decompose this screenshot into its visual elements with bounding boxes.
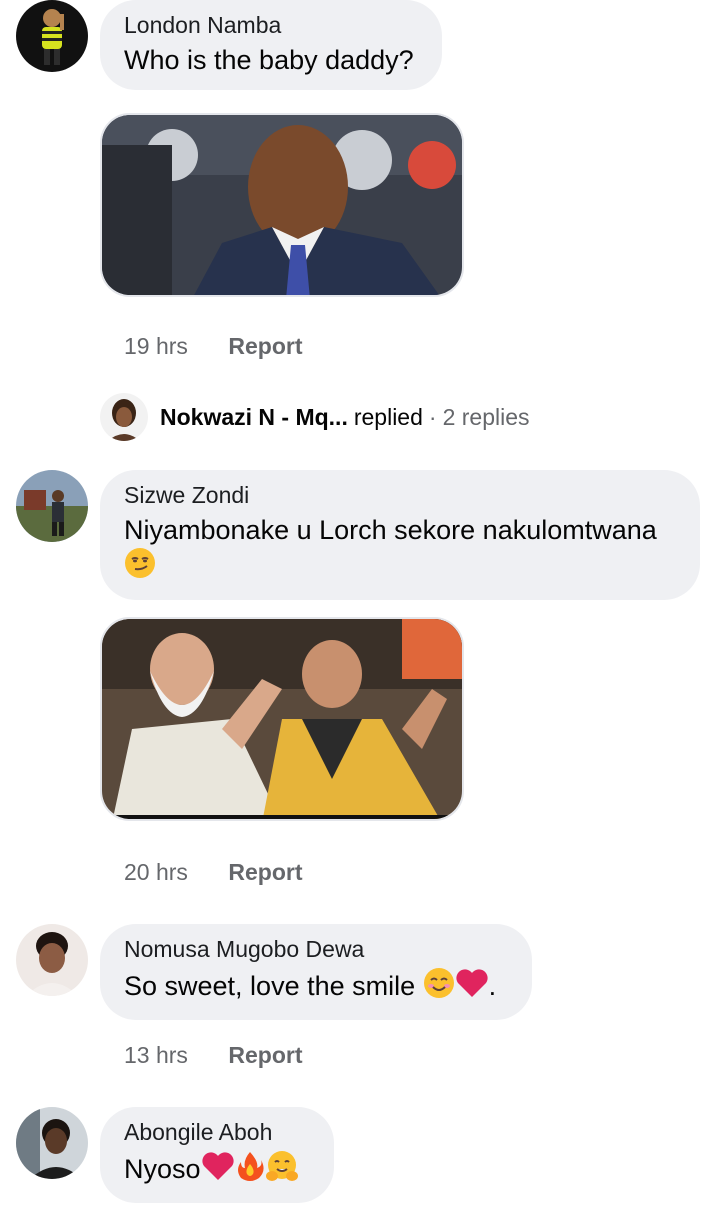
comment-bubble[interactable]: Sizwe Zondi Niyambonake u Lorch sekore n… — [100, 470, 700, 600]
comment-text: Who is the baby daddy? — [124, 45, 414, 75]
comment-author[interactable]: London Namba — [124, 11, 418, 39]
hugging-face-emoji — [265, 1150, 299, 1190]
comment-time[interactable]: 20 hrs — [124, 858, 222, 886]
smiling-face-emoji — [423, 967, 455, 1007]
red-heart-emoji — [455, 967, 489, 1007]
comment-text-body: Niyambonake u Lorch sekore nakulomtwana — [124, 515, 657, 545]
comment-author[interactable]: Nomusa Mugobo Dewa — [124, 935, 508, 963]
reply-separator: · — [428, 403, 437, 430]
comment-text: So sweet, love the smile . — [124, 967, 508, 1007]
view-replies-row[interactable]: Nokwazi N - Mq... replied · 2 replies — [100, 392, 530, 442]
comment-meta: 13 hrs Report — [124, 1041, 303, 1069]
reply-author-name[interactable]: Nokwazi N - Mq... — [160, 404, 348, 431]
avatar[interactable] — [16, 1107, 88, 1179]
comment-text: Niyambonake u Lorch sekore nakulomtwana — [124, 513, 676, 587]
comment-author[interactable]: Sizwe Zondi — [124, 481, 676, 509]
fire-emoji — [235, 1150, 265, 1190]
comment-bubble[interactable]: London Namba Who is the baby daddy? — [100, 0, 442, 90]
reply-avatar — [100, 393, 148, 441]
reply-count-link[interactable]: 2 replies — [443, 404, 530, 431]
report-button[interactable]: Report — [228, 1042, 302, 1068]
comment-time[interactable]: 19 hrs — [124, 332, 222, 360]
comment-time[interactable]: 13 hrs — [124, 1041, 222, 1069]
report-button[interactable]: Report — [228, 333, 302, 359]
avatar[interactable] — [16, 924, 88, 996]
comment-meta: 20 hrs Report — [124, 858, 303, 886]
comment-text: Nyoso — [124, 1150, 310, 1190]
comment-photo[interactable] — [100, 113, 464, 297]
avatar[interactable] — [16, 0, 88, 72]
comment-bubble[interactable]: Abongile Aboh Nyoso — [100, 1107, 334, 1203]
comment-meta: 19 hrs Report — [124, 332, 303, 360]
smirking-face-emoji — [124, 547, 156, 587]
comment-text-body: Nyoso — [124, 1154, 201, 1184]
comment-bubble[interactable]: Nomusa Mugobo Dewa So sweet, love the sm… — [100, 924, 532, 1020]
red-heart-emoji — [201, 1150, 235, 1190]
report-button[interactable]: Report — [228, 859, 302, 885]
reply-verb: replied — [353, 403, 423, 430]
avatar[interactable] — [16, 470, 88, 542]
comment-text-body: So sweet, love the smile — [124, 971, 423, 1001]
comment-text-suffix: . — [488, 971, 497, 1001]
comment-author[interactable]: Abongile Aboh — [124, 1118, 310, 1146]
comment-photo[interactable] — [100, 617, 464, 821]
